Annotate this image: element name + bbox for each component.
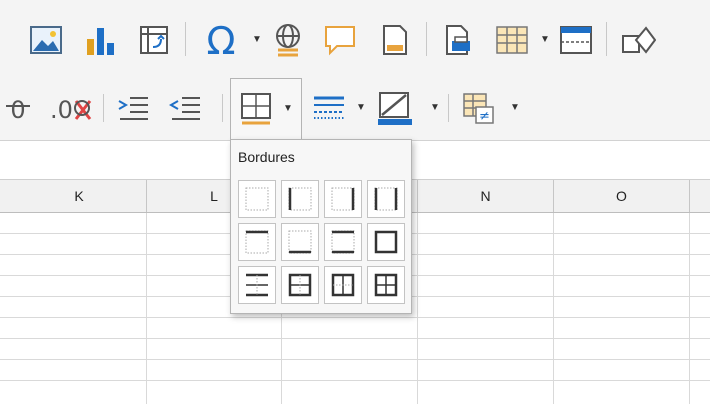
svg-text:0: 0 — [10, 96, 25, 124]
shapes-icon[interactable] — [616, 20, 660, 60]
column-header-o[interactable]: O — [554, 180, 690, 212]
border-preset-left-right[interactable] — [367, 180, 405, 218]
chevron-down-icon[interactable]: ▼ — [430, 103, 440, 113]
border-style-icon[interactable] — [308, 90, 350, 126]
border-preset-top-bottom-inner-horizontal[interactable] — [238, 266, 276, 304]
chevron-down-icon[interactable]: ▼ — [252, 35, 262, 45]
toolbar-format: 0 .0 ▼ ▼ ▼ ≠ ▼ — [0, 78, 710, 141]
border-color-icon[interactable] — [372, 88, 420, 128]
chevron-down-icon[interactable]: ▼ — [510, 103, 520, 113]
special-character-icon[interactable]: Ω — [196, 16, 246, 64]
chevron-down-icon[interactable]: ▼ — [283, 104, 293, 114]
add-decimal-icon[interactable]: 0 — [0, 90, 48, 126]
border-preset-bottom[interactable] — [281, 223, 319, 261]
column-header-k[interactable]: K — [12, 180, 147, 212]
border-preset-none[interactable] — [238, 180, 276, 218]
chevron-down-icon[interactable]: ▼ — [540, 35, 550, 45]
header-footer-icon[interactable] — [375, 20, 415, 60]
delete-decimal-icon[interactable]: .0 — [46, 90, 96, 126]
borders-button[interactable]: ▼ — [230, 78, 302, 140]
comment-icon[interactable] — [320, 20, 360, 60]
border-preset-outer[interactable] — [367, 223, 405, 261]
borders-icon — [239, 91, 273, 125]
border-preset-top-bottom[interactable] — [324, 223, 362, 261]
increase-indent-icon[interactable] — [112, 90, 154, 126]
chart-icon[interactable] — [80, 20, 120, 60]
hyperlink-icon[interactable] — [268, 20, 308, 60]
svg-text:Ω: Ω — [206, 20, 235, 60]
freeze-rows-icon[interactable] — [492, 20, 532, 60]
split-window-icon[interactable] — [556, 20, 596, 60]
svg-text:.0: .0 — [50, 96, 73, 124]
conditional-format-icon[interactable]: ≠ — [456, 88, 500, 128]
border-preset-outer-inner-horizontal[interactable] — [281, 266, 319, 304]
popup-title: Bordures — [238, 149, 295, 165]
column-header-n[interactable]: N — [418, 180, 554, 212]
chevron-down-icon[interactable]: ▼ — [356, 103, 366, 113]
decrease-indent-icon[interactable] — [164, 90, 206, 126]
border-preset-right[interactable] — [324, 180, 362, 218]
image-icon[interactable] — [26, 20, 66, 60]
border-preset-all[interactable] — [367, 266, 405, 304]
border-preset-top[interactable] — [238, 223, 276, 261]
border-preset-outer-inner-vertical[interactable] — [324, 266, 362, 304]
print-area-icon[interactable] — [438, 20, 478, 60]
borders-popup: Bordures — [230, 139, 412, 314]
pivot-table-icon[interactable] — [134, 20, 174, 60]
border-preset-left[interactable] — [281, 180, 319, 218]
svg-text:≠: ≠ — [479, 109, 490, 124]
toolbar-insert: Ω ▼ ▼ — [0, 0, 710, 78]
